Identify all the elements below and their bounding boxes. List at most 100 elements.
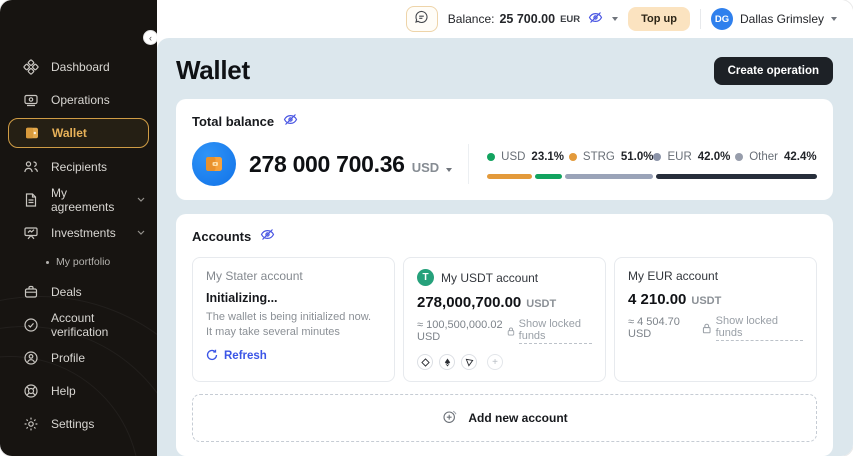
legend-label: EUR	[667, 151, 691, 163]
sidebar-item-deals[interactable]: Deals	[0, 275, 157, 308]
add-new-account-button[interactable]: Add new account	[192, 394, 817, 442]
account-currency: USDT	[691, 295, 721, 307]
sidebar-item-profile[interactable]: Profile	[0, 341, 157, 374]
bullet-icon	[46, 261, 49, 264]
show-locked-funds-link[interactable]: Show locked funds	[507, 318, 592, 344]
refresh-button[interactable]: Refresh	[206, 349, 381, 364]
account-name: My USDT account	[441, 271, 538, 285]
tether-icon: T	[417, 269, 434, 286]
eye-off-icon[interactable]	[588, 11, 603, 27]
chevron-down-icon[interactable]	[612, 17, 618, 21]
deals-icon	[22, 283, 39, 300]
chat-icon	[414, 10, 429, 28]
sidebar-item-label: Recipients	[51, 160, 107, 174]
add-account-icon	[441, 408, 459, 429]
divider	[468, 144, 469, 184]
topbar: Balance: 25 700.00 EUR Top up DG Dallas …	[157, 0, 853, 38]
profile-icon	[22, 349, 39, 366]
sidebar-item-label: Account verification	[51, 311, 145, 339]
legend-label: STRG	[583, 151, 615, 163]
account-amount: 4 210.00	[628, 291, 686, 308]
distribution-bar-segment	[565, 174, 653, 179]
chevron-down-icon	[137, 197, 145, 202]
help-icon	[22, 382, 39, 399]
sidebar-item-settings[interactable]: Settings	[0, 407, 157, 440]
total-balance-card: Total balance	[176, 99, 833, 200]
sidebar-item-dashboard[interactable]: Dashboard	[0, 50, 157, 83]
account-name: My EUR account	[628, 269, 803, 283]
account-fiat-equivalent: ≈ 4 504.70 USD	[628, 316, 702, 340]
account-fiat-equivalent: ≈ 100,500,000.02 USD	[417, 319, 507, 343]
total-amount-selector[interactable]: 278 000 700.36 USD	[249, 151, 452, 178]
sidebar-item-my-agreements[interactable]: My agreements	[0, 183, 157, 216]
legend-item-strg: STRG 51.0%	[569, 151, 654, 163]
legend-dot	[569, 153, 577, 161]
sidebar-item-wallet[interactable]: Wallet	[8, 118, 149, 148]
legend-label: USD	[501, 151, 525, 163]
distribution-bar-segment	[487, 174, 532, 179]
add-account-label: Add new account	[468, 411, 567, 425]
content-area: Wallet Create operation Total balance	[157, 38, 853, 456]
legend-value: 42.0%	[698, 151, 731, 163]
sidebar-item-account-verification[interactable]: Account verification	[0, 308, 157, 341]
wallet-icon	[23, 125, 40, 142]
eye-off-icon[interactable]	[260, 228, 275, 244]
chevron-down-icon	[137, 230, 145, 235]
sidebar-collapse-button[interactable]: ‹	[143, 30, 157, 45]
sidebar-item-label: Profile	[51, 351, 85, 365]
legend-item-usd: USD 23.1%	[487, 151, 569, 163]
chevron-down-icon	[831, 17, 837, 21]
show-locked-funds-link[interactable]: Show locked funds	[702, 315, 803, 341]
recipients-icon	[22, 158, 39, 175]
account-card-stater: My Stater account Initializing... The wa…	[192, 257, 395, 382]
sidebar-item-label: Operations	[51, 93, 110, 107]
chat-button[interactable]	[406, 6, 438, 32]
create-operation-button[interactable]: Create operation	[714, 57, 833, 85]
avatar: DG	[711, 8, 733, 30]
sidebar-item-label: Deals	[51, 285, 82, 299]
sidebar-item-label: My agreements	[51, 186, 125, 214]
balance-label: Balance:	[448, 12, 495, 26]
account-currency: USDT	[526, 298, 556, 310]
sidebar-item-help[interactable]: Help	[0, 374, 157, 407]
accounts-card: Accounts My Stater account Initializing.…	[176, 214, 833, 456]
total-balance-title: Total balance	[192, 114, 274, 129]
refresh-label: Refresh	[224, 350, 267, 362]
accounts-title: Accounts	[192, 229, 251, 244]
top-up-button[interactable]: Top up	[628, 7, 690, 31]
legend-value: 51.0%	[621, 151, 654, 163]
sidebar-item-my-portfolio[interactable]: My portfolio	[0, 249, 157, 275]
user-menu[interactable]: DG Dallas Grimsley	[711, 8, 837, 30]
sidebar-item-label: Wallet	[52, 126, 87, 140]
account-amount: 278,000,700.00	[417, 294, 521, 311]
account-status-line: It may take several minutes	[206, 325, 381, 340]
legend-item-eur: EUR 42.0%	[653, 151, 735, 163]
divider	[700, 9, 701, 29]
total-amount: 278 000 700.36	[249, 151, 405, 178]
eye-off-icon[interactable]	[283, 113, 298, 129]
network-tron-icon[interactable]	[461, 354, 477, 370]
header-balance[interactable]: Balance: 25 700.00 EUR	[448, 11, 618, 27]
legend-value: 42.4%	[784, 151, 817, 163]
sidebar-item-operations[interactable]: Operations	[0, 83, 157, 116]
legend-dot	[735, 153, 743, 161]
network-ethereum-icon[interactable]	[439, 354, 455, 370]
chevron-down-icon	[446, 168, 452, 172]
network-ton-icon[interactable]	[417, 354, 433, 370]
sidebar: Dashboard Operations Wallet	[0, 0, 157, 456]
sidebar-item-recipients[interactable]: Recipients	[0, 150, 157, 183]
operations-icon	[22, 91, 39, 108]
sidebar-item-label: Help	[51, 384, 76, 398]
account-status-title: Initializing...	[206, 291, 381, 305]
wallet-badge-icon	[192, 142, 236, 186]
refresh-icon	[206, 349, 218, 364]
settings-icon	[22, 415, 39, 432]
balance-currency: EUR	[560, 14, 580, 25]
legend-dot	[653, 153, 661, 161]
legend-label: Other	[749, 151, 778, 163]
sidebar-item-label: Dashboard	[51, 60, 110, 74]
legend-item-other: Other 42.4%	[735, 151, 817, 163]
dashboard-icon	[22, 58, 39, 75]
sidebar-item-investments[interactable]: Investments	[0, 216, 157, 249]
add-network-button[interactable]: +	[487, 354, 503, 370]
